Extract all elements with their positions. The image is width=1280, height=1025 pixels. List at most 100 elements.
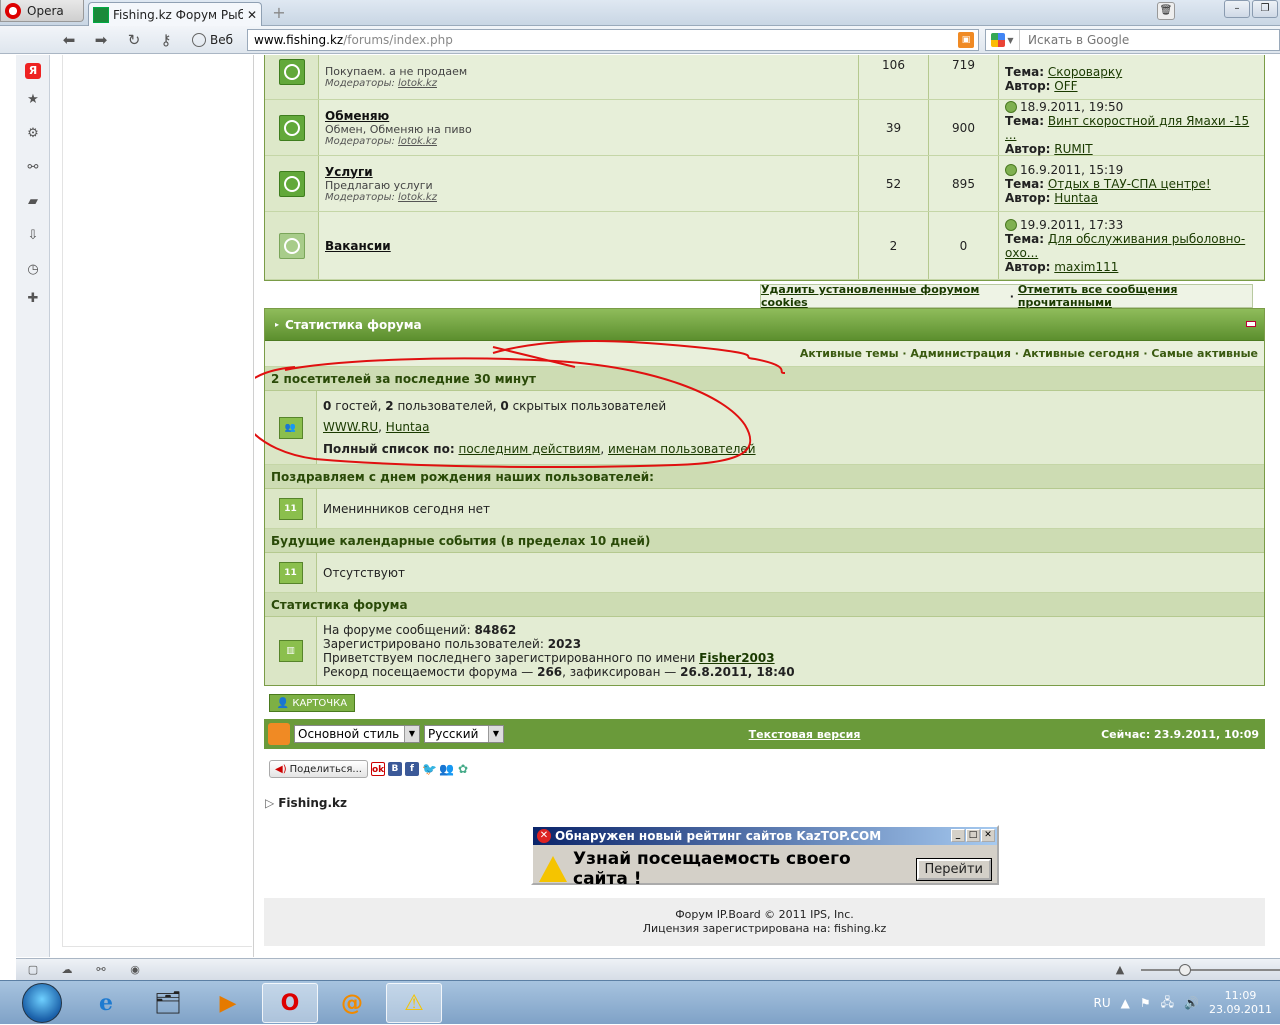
add-panel-icon[interactable]: ✚	[25, 291, 41, 307]
kaztop-banner[interactable]: ✕ Обнаружен новый рейтинг сайтов KazTOP.…	[531, 825, 999, 889]
reload-icon[interactable]: ↻	[123, 30, 145, 50]
active-today-link[interactable]: Активные сегодня	[1023, 347, 1140, 360]
last-author-link[interactable]: RUMIT	[1054, 142, 1092, 156]
search-engine-selector[interactable]: ▼	[986, 30, 1020, 50]
forum-read-icon[interactable]	[278, 232, 305, 259]
last-author-link[interactable]: maxim111	[1054, 260, 1118, 274]
volume-icon[interactable]: 🔊	[1184, 996, 1199, 1010]
notes-icon[interactable]: ▰	[25, 194, 41, 210]
unite-icon[interactable]: ⚯	[25, 160, 41, 176]
twitter-icon[interactable]: 🐦	[421, 762, 437, 776]
collapse-icon[interactable]	[1246, 321, 1256, 327]
panel-toggle-icon[interactable]: ▢	[26, 963, 40, 977]
trash-icon[interactable]: 🗑	[1157, 2, 1175, 20]
moderator-link[interactable]: lotok.kz	[398, 78, 437, 89]
last-author-link[interactable]: Huntaa	[1054, 191, 1098, 205]
opera-taskbar-icon[interactable]: O	[262, 983, 318, 1023]
last-topic-link[interactable]: Скороварку	[1048, 65, 1122, 79]
facebook-icon[interactable]: f	[404, 762, 419, 776]
last-author-link[interactable]: OFF	[1054, 79, 1077, 93]
administration-link[interactable]: Администрация	[910, 347, 1011, 360]
close-tab-icon[interactable]: ✕	[247, 8, 257, 22]
online-user-link[interactable]: WWW.RU	[323, 420, 378, 434]
settings-gear-icon[interactable]: ⚙	[25, 126, 41, 142]
address-field[interactable]: www.fishing.kz/forums/index.php ▣	[247, 29, 979, 51]
social-bookmark-icon[interactable]: ✿	[455, 762, 470, 776]
last-member-link[interactable]: Fisher2003	[699, 651, 774, 665]
hidden-label: скрытых пользователей	[512, 398, 667, 413]
hidden-count: 0	[500, 398, 509, 413]
media-player-icon[interactable]: ▶	[200, 983, 256, 1023]
start-button[interactable]	[22, 983, 62, 1023]
odnoklassniki-icon[interactable]: ok	[370, 762, 385, 776]
cloud-icon[interactable]: ☁	[60, 963, 74, 977]
text-version-link[interactable]: Текстовая версия	[508, 728, 1101, 741]
forum-title-link[interactable]: Вакансии	[325, 239, 852, 253]
bookmarks-star-icon[interactable]: ★	[25, 92, 41, 108]
new-tab-button[interactable]: +	[268, 4, 290, 22]
online-user-link[interactable]: Huntaa	[386, 420, 430, 434]
moderator-link[interactable]: lotok.kz	[398, 192, 437, 203]
web-indicator[interactable]: Веб	[192, 31, 233, 49]
vkontakte-icon[interactable]: B	[387, 762, 402, 776]
language-select[interactable]: Русский ▼	[424, 725, 504, 743]
last-actions-link[interactable]: последним действиям	[458, 442, 600, 456]
downloads-icon[interactable]: ⇩	[25, 228, 41, 244]
clock[interactable]: 11:09 23.09.2011	[1209, 989, 1272, 1017]
zoom-slider-handle[interactable]	[1179, 964, 1191, 976]
forum-new-icon[interactable]	[278, 170, 305, 197]
minimize-button[interactable]: –	[1224, 0, 1250, 18]
last-topic-link[interactable]: Отдых в ТАУ-СПА центре!	[1048, 177, 1211, 191]
network-icon[interactable]: 🖧	[1161, 993, 1174, 1014]
kaztop-go-button[interactable]: Перейти	[915, 857, 992, 881]
history-clock-icon[interactable]: ◷	[25, 262, 41, 278]
unite-status-icon[interactable]: ⚯	[94, 963, 108, 977]
statistics-header[interactable]: ▸ Статистика форума	[265, 309, 1264, 341]
mark-all-read-link[interactable]: Отметить все сообщения прочитанными	[1018, 283, 1252, 309]
registered-line: Зарегистрировано пользователей: 2023	[323, 637, 1258, 651]
mail-agent-icon[interactable]: @	[324, 983, 380, 1023]
forum-new-icon[interactable]	[278, 114, 305, 141]
user-names-link[interactable]: именам пользователей	[608, 442, 756, 456]
active-topics-link[interactable]: Активные темы	[800, 347, 899, 360]
restore-button[interactable]: ❐	[1252, 0, 1278, 18]
key-icon[interactable]: ⚷	[155, 30, 177, 50]
most-active-link[interactable]: Самые активные	[1151, 347, 1258, 360]
rss-icon[interactable]	[268, 723, 290, 745]
tab-fishing[interactable]: Fishing.kz Форум Рыб... ✕	[88, 2, 262, 26]
moimir-icon[interactable]: 👥	[438, 762, 454, 776]
search-input[interactable]	[1020, 33, 1240, 47]
internet-explorer-icon[interactable]: e	[78, 983, 134, 1023]
turbo-icon[interactable]: ◉	[128, 963, 142, 977]
share-button[interactable]: ◀) Поделиться...	[269, 760, 368, 778]
last-post-globe-icon[interactable]	[1005, 218, 1017, 231]
back-arrow-icon[interactable]: ⬅	[58, 30, 80, 50]
search-bar[interactable]: ▼	[985, 29, 1280, 51]
delete-cookies-link[interactable]: Удалить установленные форумом cookies	[761, 283, 1006, 309]
moderator-link[interactable]: lotok.kz	[398, 136, 437, 147]
view-toggle-icon[interactable]: ▲	[1113, 963, 1127, 977]
last-post-globe-icon[interactable]	[1005, 100, 1017, 113]
minimize-icon[interactable]: _	[951, 829, 965, 842]
forward-arrow-icon[interactable]: ➡	[90, 30, 112, 50]
close-icon[interactable]: ✕	[537, 829, 551, 843]
warning-taskbar-icon[interactable]: ⚠	[386, 983, 442, 1023]
action-center-icon[interactable]: ⚑	[1140, 996, 1151, 1010]
forum-new-icon[interactable]	[278, 58, 305, 85]
forum-title-link[interactable]: Обменяю	[325, 109, 852, 123]
zoom-slider[interactable]	[1141, 969, 1280, 971]
last-post-globe-icon[interactable]	[1005, 163, 1017, 176]
opera-menu-button[interactable]: Opera	[0, 0, 84, 22]
style-select[interactable]: Основной стиль ▼	[294, 725, 420, 743]
rss-icon[interactable]: ▣	[958, 32, 974, 48]
card-button[interactable]: 👤 КАРТОЧКА	[269, 694, 355, 712]
language-indicator[interactable]: RU	[1094, 996, 1111, 1010]
yandex-icon[interactable]: Я	[25, 63, 41, 79]
close-icon[interactable]: ✕	[981, 829, 995, 842]
breadcrumb-home[interactable]: Fishing.kz	[278, 796, 347, 810]
explorer-folder-icon[interactable]: 🗂	[140, 983, 196, 1023]
chevron-down-icon: ▼	[404, 726, 419, 742]
maximize-icon[interactable]: □	[966, 829, 980, 842]
forum-title-link[interactable]: Услуги	[325, 165, 852, 179]
tray-expand-icon[interactable]: ▲	[1121, 996, 1130, 1010]
